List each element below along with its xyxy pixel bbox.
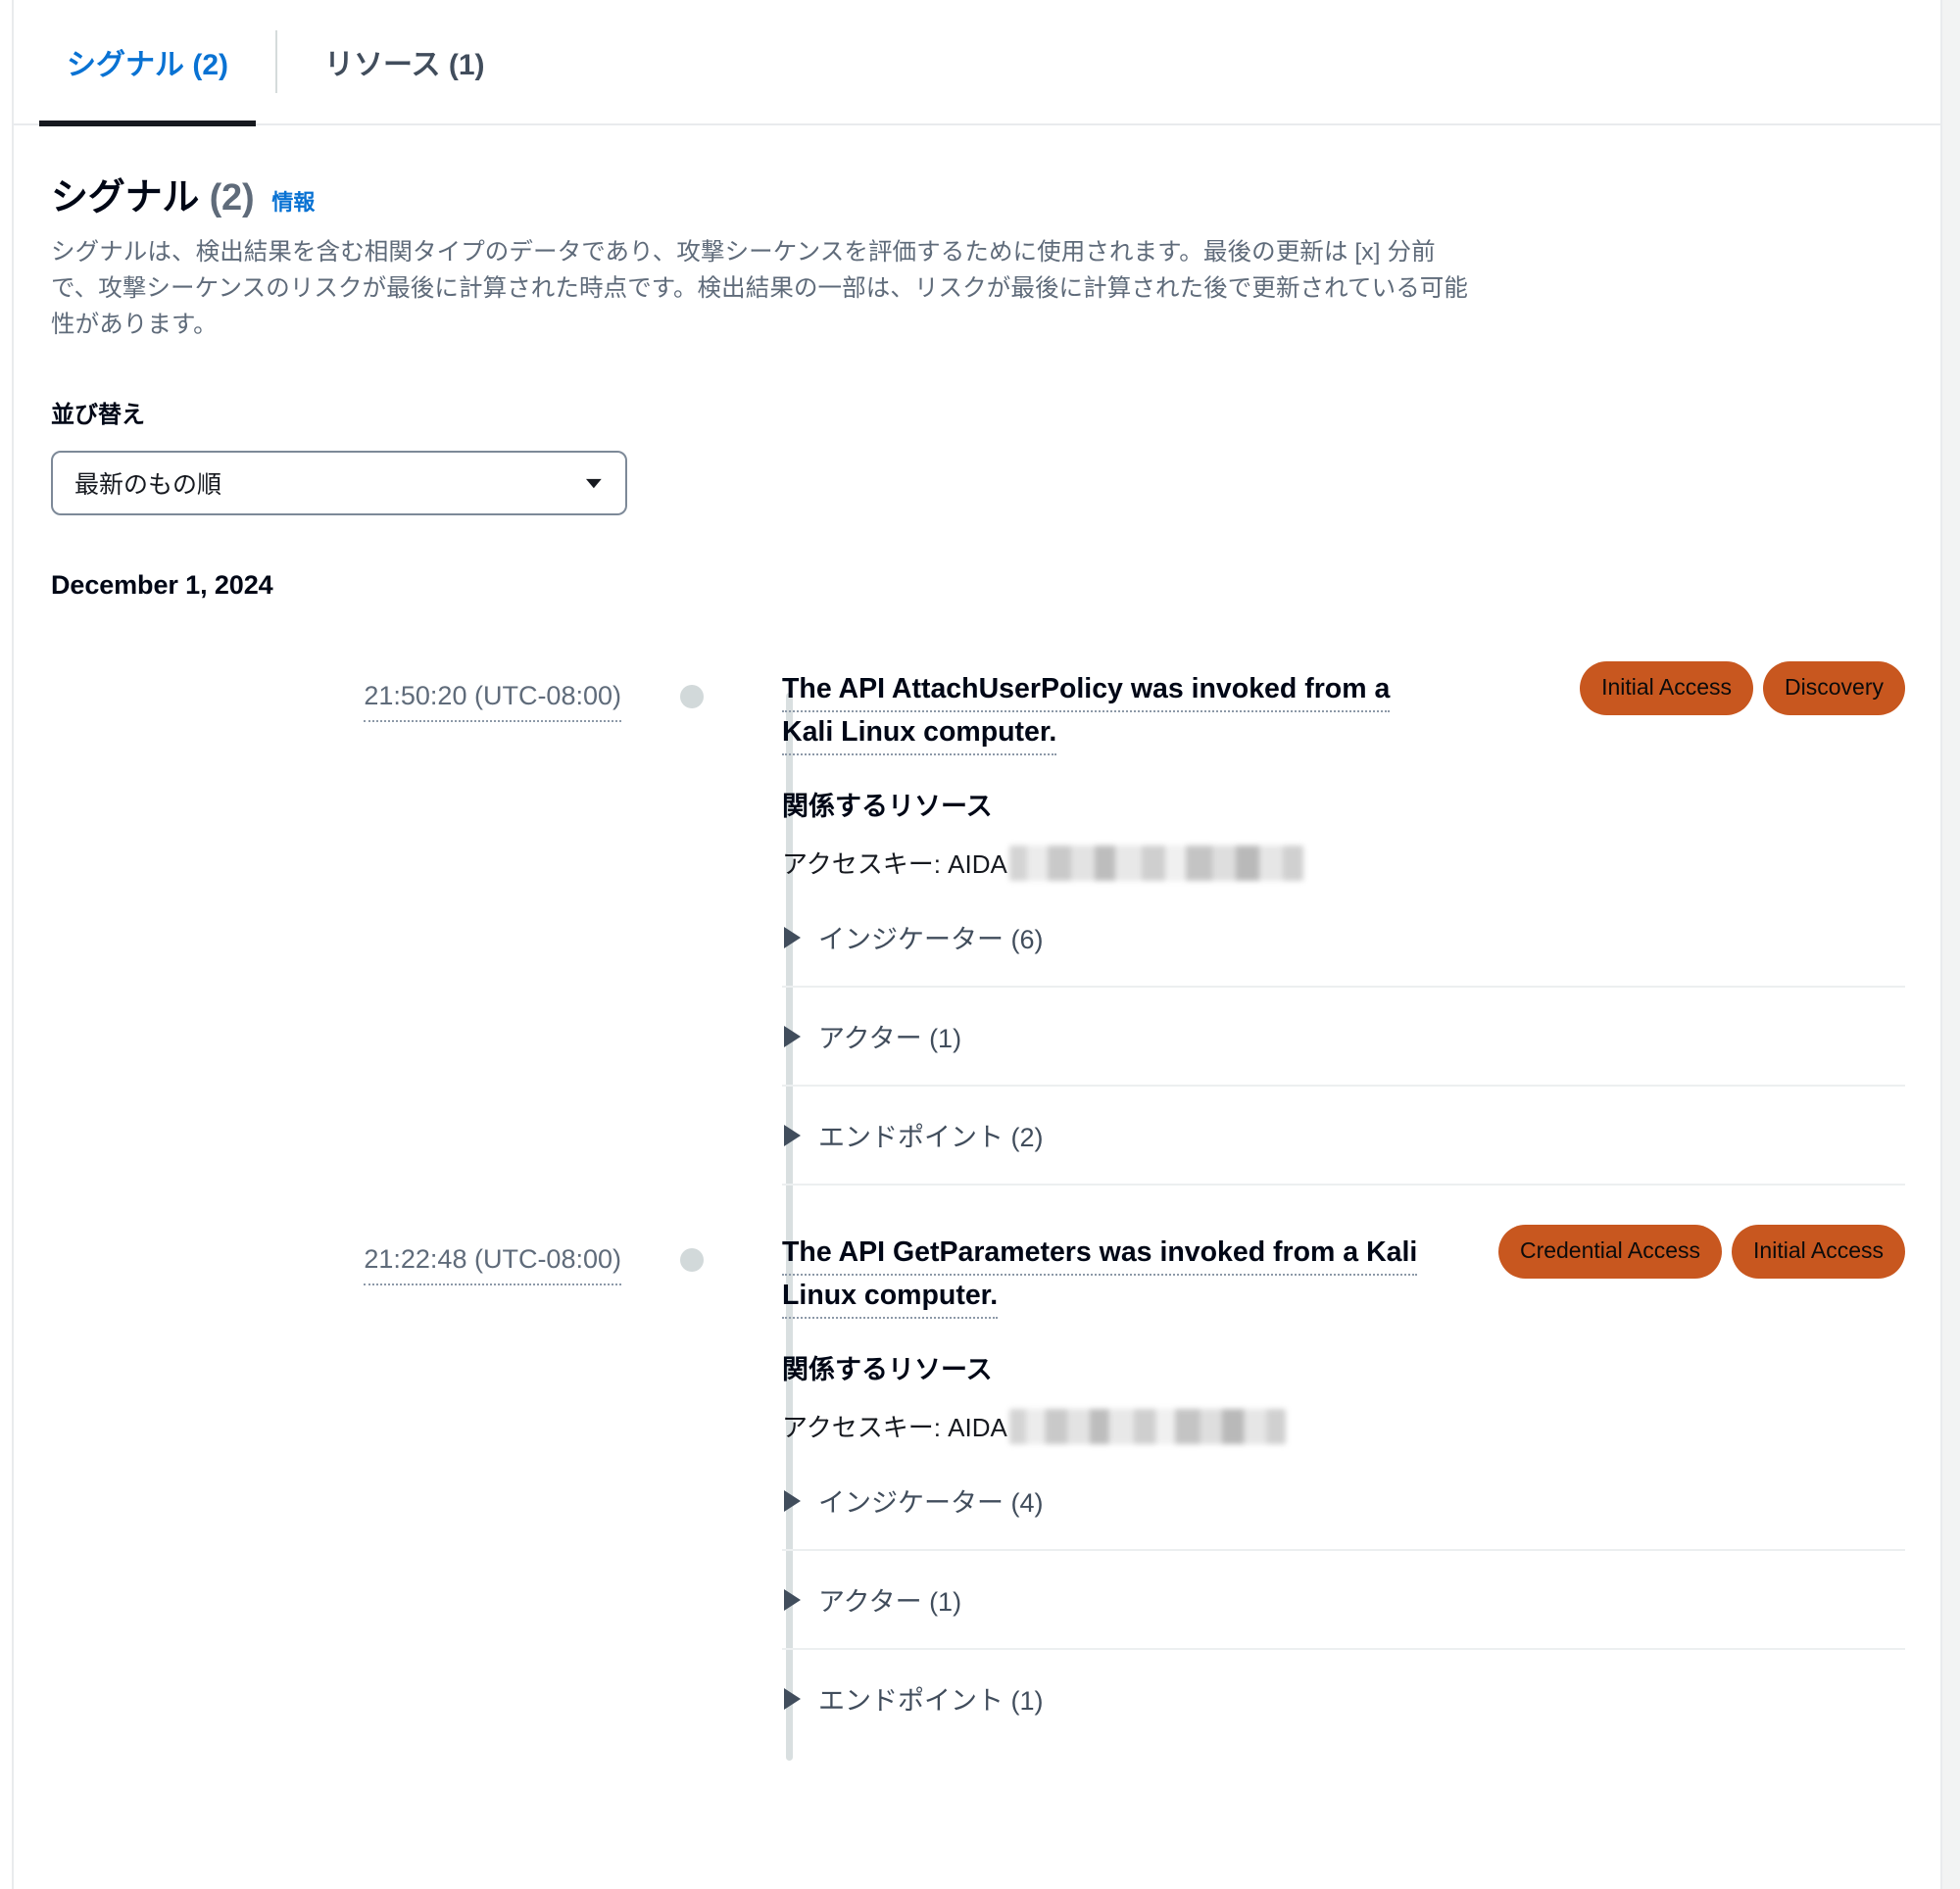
expander-actors-label: アクター (1) (818, 1587, 962, 1618)
chevron-down-icon: ▼ (580, 473, 608, 492)
tab-bar: シグナル (2) リソース (1) (0, 0, 1960, 126)
signal-header: The API AttachUserPolicy was invoked fro… (782, 660, 1905, 755)
tab-resources[interactable]: リソース (1) (277, 0, 532, 124)
panel-content: シグナル (2) 情報 シグナルは、検出結果を含む相関タイプのデータであり、攻撃… (0, 125, 1960, 1762)
signal-expander-list: インジケーター (4) アクター (1) エンドポイント (1) (782, 1458, 1905, 1747)
chevron-right-icon (784, 1489, 801, 1512)
tab-signals-label: シグナル (2) (67, 49, 228, 81)
chevron-right-icon (784, 926, 801, 948)
expander-endpoints[interactable]: エンドポイント (1) (782, 1648, 1905, 1747)
right-edge-scroll-gutter[interactable] (1940, 0, 1960, 1889)
expander-endpoints[interactable]: エンドポイント (2) (782, 1085, 1905, 1184)
chevron-right-icon (784, 1588, 801, 1611)
page-title-count: (2) (209, 177, 255, 218)
page-title-text: シグナル (51, 177, 200, 218)
signal-details: The API GetParameters was invoked from a… (782, 1225, 1905, 1761)
signal-title[interactable]: The API GetParameters was invoked from a… (782, 1236, 1418, 1320)
expander-indicators[interactable]: インジケーター (6) (782, 895, 1905, 986)
signal-timestamp-text[interactable]: 21:22:48 (UTC-08:00) (364, 1244, 621, 1286)
expander-endpoints-label: エンドポイント (1) (818, 1686, 1044, 1717)
expander-indicators-label: インジケーター (4) (818, 1488, 1044, 1519)
expander-actors[interactable]: アクター (1) (782, 1549, 1905, 1648)
section-description: シグナルは、検出結果を含む相関タイプのデータであり、攻撃シーケンスを評価するため… (51, 239, 1469, 339)
chevron-right-icon (784, 1687, 801, 1710)
redacted-value (1008, 1408, 1286, 1444)
sort-select[interactable]: 最新のもの順 ▼ (51, 450, 627, 515)
info-link[interactable]: 情報 (271, 185, 315, 217)
resource-access-key-label: アクセスキー: AIDA (782, 1413, 1007, 1443)
signal-timestamp: 21:50:20 (UTC-08:00) (51, 661, 651, 1225)
tab-resources-label: リソース (1) (324, 49, 485, 81)
expander-actors-label: アクター (1) (818, 1024, 962, 1054)
section-header: シグナル (2) 情報 (51, 167, 1905, 220)
resource-access-key-label: アクセスキー: AIDA (782, 849, 1007, 880)
resource-access-key: アクセスキー: AIDA (782, 845, 1905, 881)
signal-tactic-badges: Initial Access Discovery (1452, 660, 1905, 715)
sort-label: 並び替え (51, 401, 145, 428)
date-group-heading: December 1, 2024 (51, 569, 273, 600)
resource-access-key: アクセスキー: AIDA (782, 1408, 1905, 1444)
timeline-dot-icon (680, 684, 704, 708)
signal-title-wrapper: The API GetParameters was invoked from a… (782, 1225, 1429, 1320)
signal-timestamp-text[interactable]: 21:50:20 (UTC-08:00) (364, 680, 621, 722)
signals-panel: シグナル (2) リソース (1) シグナル (2) 情報 シグナルは、検出結果… (0, 0, 1960, 1889)
redacted-value (1008, 845, 1303, 881)
chevron-right-icon (784, 1124, 801, 1146)
signal-expander-list: インジケーター (6) アクター (1) エンドポイント (2) (782, 895, 1905, 1184)
expander-indicators[interactable]: インジケーター (4) (782, 1458, 1905, 1549)
signal-timeline: 21:50:20 (UTC-08:00) The API AttachUserP… (51, 660, 1905, 1762)
signal-item: 21:22:48 (UTC-08:00) The API GetParamete… (51, 1225, 1905, 1761)
sort-control-group: 並び替え 最新のもの順 ▼ (51, 395, 1905, 515)
signal-header: The API GetParameters was invoked from a… (782, 1225, 1905, 1320)
signal-item: 21:50:20 (UTC-08:00) The API AttachUserP… (51, 660, 1905, 1225)
related-resources-heading: 関係するリソース (782, 1355, 993, 1385)
timeline-marker-column (651, 661, 782, 1225)
signal-title-wrapper: The API AttachUserPolicy was invoked fro… (782, 661, 1429, 755)
signal-timestamp: 21:22:48 (UTC-08:00) (51, 1225, 651, 1761)
left-edge-divider (0, 0, 14, 1889)
timeline-marker-column (651, 1225, 782, 1761)
expander-actors[interactable]: アクター (1) (782, 986, 1905, 1085)
expander-indicators-label: インジケーター (6) (818, 925, 1044, 955)
status-badge: Initial Access (1732, 1225, 1905, 1280)
status-badge: Credential Access (1497, 1225, 1723, 1280)
signal-title[interactable]: The API AttachUserPolicy was invoked fro… (782, 672, 1391, 755)
expander-endpoints-label: エンドポイント (2) (818, 1123, 1044, 1153)
timeline-dot-icon (680, 1248, 704, 1273)
related-resources-heading: 関係するリソース (782, 792, 993, 822)
page-title: シグナル (2) (51, 167, 255, 220)
status-badge: Discovery (1763, 660, 1905, 715)
status-badge: Initial Access (1580, 660, 1754, 715)
signal-details: The API AttachUserPolicy was invoked fro… (782, 660, 1905, 1225)
chevron-right-icon (784, 1025, 801, 1047)
tab-signals[interactable]: シグナル (2) (20, 0, 275, 126)
signal-tactic-badges: Credential Access Initial Access (1452, 1225, 1905, 1280)
sort-select-value: 最新のもの順 (74, 470, 222, 499)
